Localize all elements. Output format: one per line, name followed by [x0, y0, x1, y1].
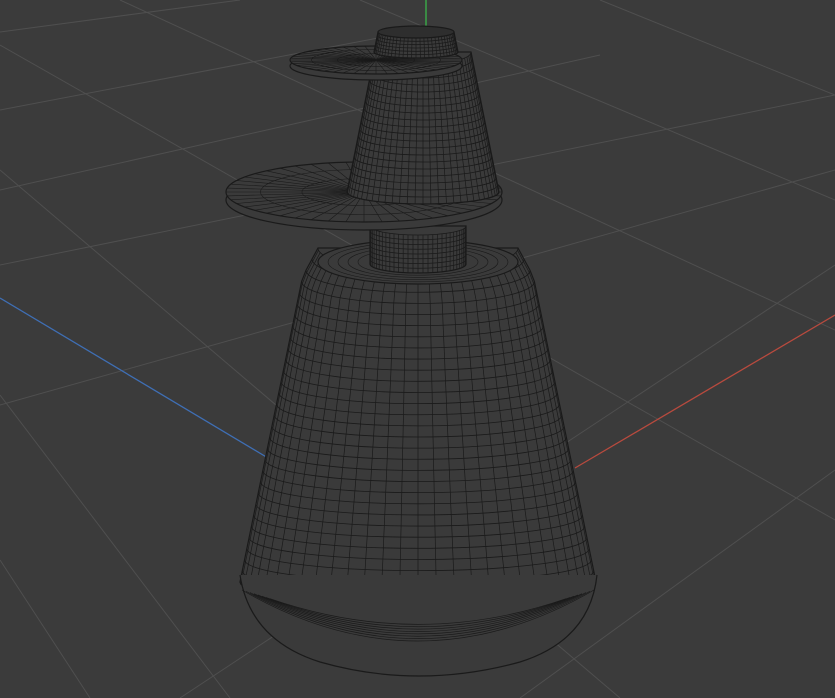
viewport-canvas[interactable]: [0, 0, 835, 698]
base-body: [239, 247, 597, 605]
lathe-mesh[interactable]: [225, 25, 598, 677]
grid-line: [0, 394, 231, 698]
axis-z-line: [0, 297, 269, 459]
grid-line: [0, 559, 91, 698]
grid-line: [599, 0, 835, 96]
cap-top: [377, 25, 455, 39]
axis-x-line: [574, 314, 835, 469]
neck: [369, 225, 467, 274]
base-bottom: [239, 574, 598, 677]
grid-line: [0, 0, 241, 33]
3d-viewport[interactable]: [0, 0, 835, 698]
